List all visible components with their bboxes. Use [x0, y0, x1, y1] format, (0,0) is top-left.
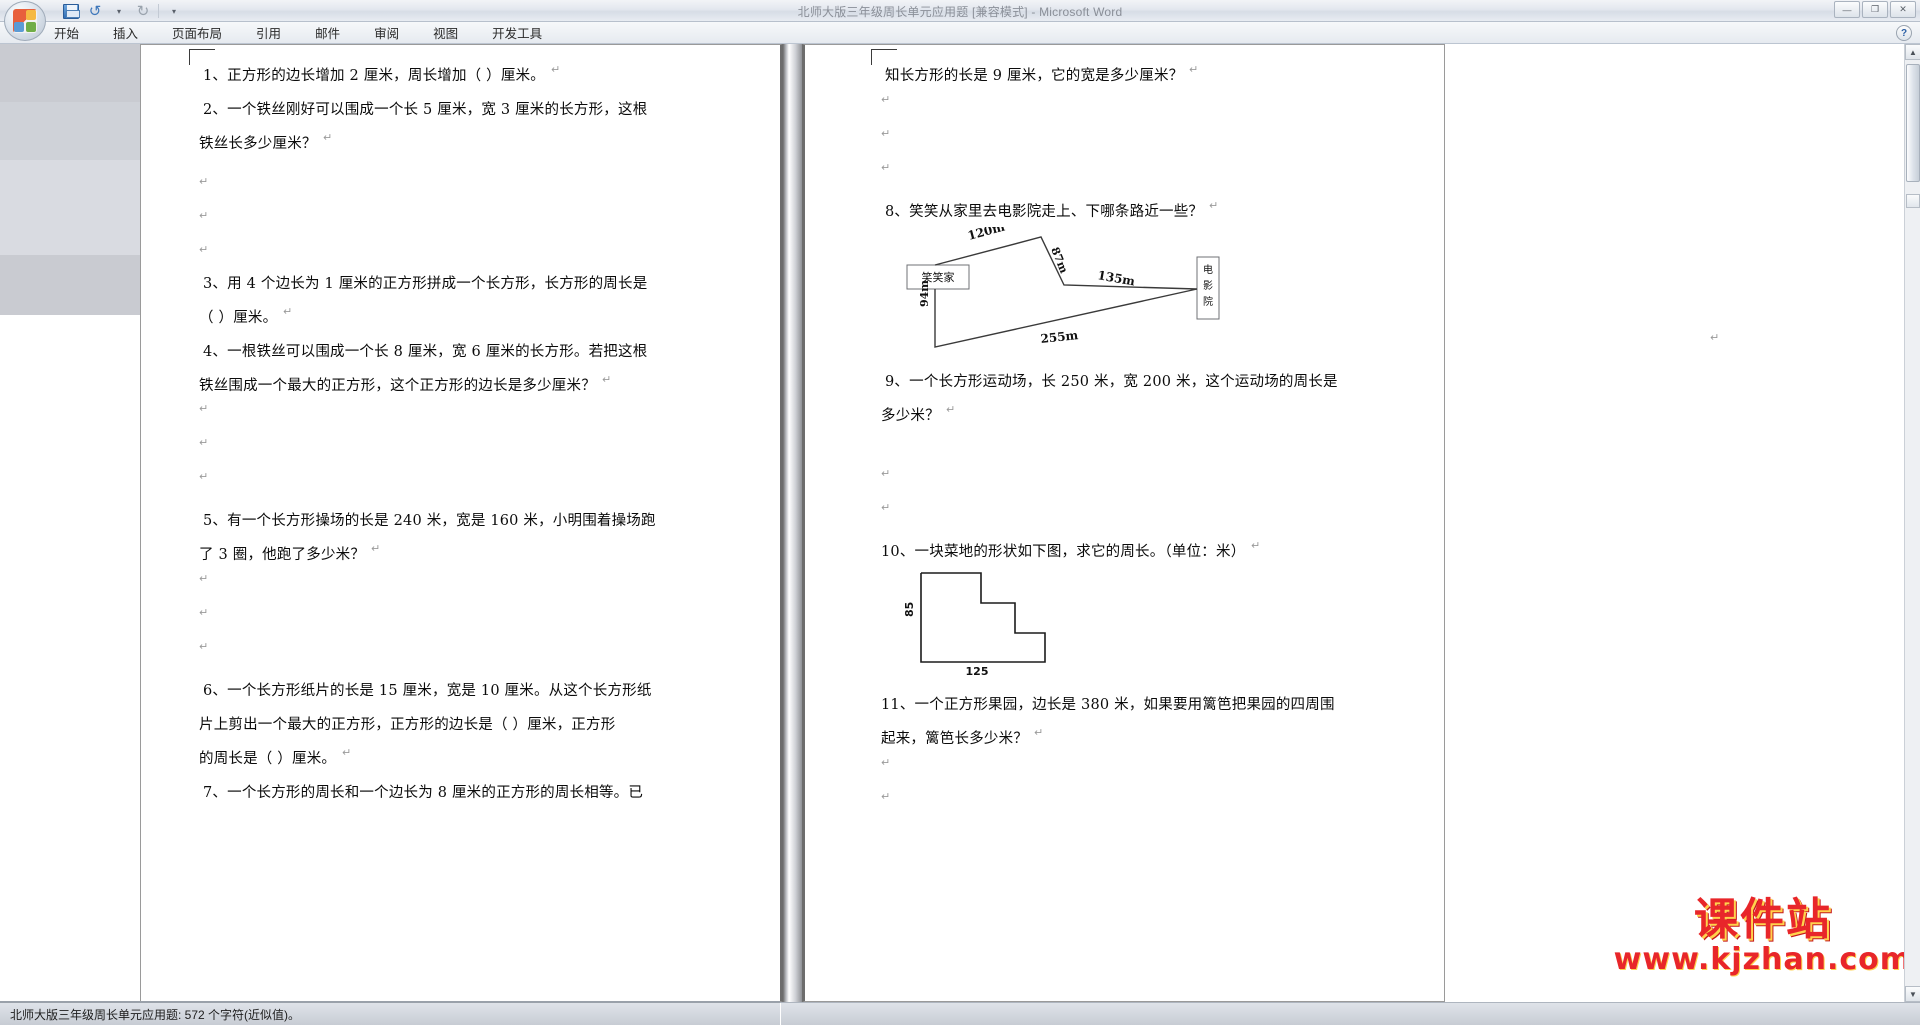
word-count-status: 北师大版三年级周长单元应用题: 572 个字符(近似值)。	[0, 1006, 300, 1023]
document-line: 的周长是（ ）厘米。	[199, 742, 336, 776]
paragraph-mark-icon: ↵	[881, 756, 890, 769]
document-line: 2、一个铁丝刚好可以围成一个长 5 厘米，宽 3 厘米的长方形，这根	[203, 93, 647, 127]
customize-qat-caret-icon[interactable]: ▾	[165, 3, 183, 20]
paragraph-mark-icon: ↵	[881, 93, 890, 106]
paragraph-mark-icon: ↵	[1209, 199, 1218, 212]
svg-text:120m: 120m	[966, 227, 1006, 243]
document-line: 了 3 圈，他跑了多少米？	[199, 538, 365, 572]
paragraph-mark-icon: ↵	[1034, 726, 1043, 739]
paragraph-mark-icon: ↵	[199, 470, 208, 483]
split-window-handle[interactable]	[1906, 194, 1920, 208]
paragraph-mark-icon: ↵	[881, 127, 890, 140]
paragraph-mark-icon: ↵	[199, 243, 208, 256]
minimize-button[interactable]: —	[1834, 1, 1860, 18]
document-line: 6、一个长方形纸片的长是 15 厘米，宽是 10 厘米。从这个长方形纸	[203, 674, 652, 708]
svg-text:85: 85	[905, 602, 916, 617]
paragraph-mark-icon: ↵	[342, 746, 351, 759]
scroll-down-arrow-icon[interactable]: ▼	[1905, 986, 1920, 1002]
step-shape-diagram: 85 125	[905, 565, 1085, 675]
tab-insert[interactable]: 插入	[99, 21, 152, 44]
svg-text:影: 影	[1203, 280, 1213, 292]
page-gap-shadow-right	[789, 44, 802, 1002]
document-line: （ ）厘米。	[199, 301, 277, 335]
document-line: 8、笑笑从家里去电影院走上、下哪条路近一些？	[885, 195, 1203, 229]
ribbon-tab-bar: 开始 插入 页面布局 引用 邮件 审阅 视图 开发工具 ?	[0, 22, 1920, 44]
status-bar: 北师大版三年级周长单元应用题: 572 个字符(近似值)。	[0, 1002, 1920, 1025]
paragraph-mark-icon: ↵	[946, 403, 955, 416]
paragraph-mark-icon: ↵	[1251, 539, 1260, 552]
paragraph-mark-icon: ↵	[1189, 63, 1198, 76]
undo-icon[interactable]: ↺	[86, 3, 104, 20]
document-line: 1、正方形的边长增加 2 厘米，周长增加（ ）厘米。	[203, 59, 545, 93]
undo-dropdown-caret-icon[interactable]: ▾	[110, 3, 128, 20]
redo-icon[interactable]: ↻	[134, 3, 152, 20]
paragraph-mark-icon: ↵	[199, 436, 208, 449]
route-diagram: 笑笑家 电 影 院 120m 87m 135m 94m 255m	[901, 227, 1261, 357]
office-logo-icon	[13, 9, 37, 33]
tab-review[interactable]: 审阅	[360, 21, 413, 44]
paragraph-mark-icon: ↵	[199, 175, 208, 188]
tab-developer[interactable]: 开发工具	[478, 21, 556, 44]
document-line: 10、一块菜地的形状如下图，求它的周长。（单位：米）	[881, 535, 1245, 569]
vertical-scrollbar[interactable]: ▲ ▼	[1904, 44, 1920, 1002]
tab-view[interactable]: 视图	[419, 21, 472, 44]
document-line: 铁丝长多少厘米？	[199, 127, 317, 161]
document-line: 知长方形的长是 9 厘米，它的宽是多少厘米？	[885, 59, 1183, 93]
watermark: 课件站 www.kjzhan.com	[1614, 896, 1912, 976]
paragraph-mark-icon: ↵	[1710, 331, 1719, 344]
close-button[interactable]: ✕	[1890, 1, 1916, 18]
svg-text:电: 电	[1203, 263, 1213, 276]
paragraph-mark-icon: ↵	[551, 63, 560, 76]
tab-home[interactable]: 开始	[40, 21, 93, 44]
paragraph-mark-icon: ↵	[602, 373, 611, 386]
document-line: 3、用 4 个边长为 1 厘米的正方形拼成一个长方形，长方形的周长是	[203, 267, 647, 301]
document-line: 7、一个长方形的周长和一个边长为 8 厘米的正方形的周长相等。已	[203, 776, 643, 810]
document-workspace: 1、正方形的边长增加 2 厘米，周长增加（ ）厘米。 ↵ 2、一个铁丝刚好可以围成一…	[0, 44, 1920, 1002]
svg-text:255m: 255m	[1040, 328, 1079, 346]
document-line: 多少米？	[881, 399, 940, 433]
page-right[interactable]: 知长方形的长是 9 厘米，它的宽是多少厘米？↵8、笑笑从家里去电影院走上、下哪条…	[802, 44, 1445, 1002]
svg-text:94m: 94m	[918, 280, 931, 307]
watermark-title: 课件站	[1614, 896, 1912, 944]
document-line: 5、有一个长方形操场的长是 240 米，宽是 160 米，小明围着操场跑	[203, 504, 656, 538]
help-icon[interactable]: ?	[1896, 25, 1912, 41]
tab-page-layout[interactable]: 页面布局	[158, 21, 236, 44]
paragraph-mark-icon: ↵	[881, 161, 890, 174]
paragraph-mark-icon: ↵	[199, 606, 208, 619]
tab-references[interactable]: 引用	[242, 21, 295, 44]
watermark-url: www.kjzhan.com	[1614, 944, 1912, 976]
paragraph-mark-icon: ↵	[881, 501, 890, 514]
paragraph-mark-icon: ↵	[199, 640, 208, 653]
document-line: 铁丝围成一个最大的正方形，这个正方形的边长是多少厘米？	[199, 369, 596, 403]
document-line: 9、一个长方形运动场，长 250 米，宽 200 米，这个运动场的周长是	[885, 365, 1338, 399]
paragraph-mark-icon: ↵	[881, 790, 890, 803]
left-gutter	[0, 44, 140, 1002]
paragraph-mark-icon: ↵	[199, 572, 208, 585]
paragraph-mark-icon: ↵	[371, 542, 380, 555]
paragraph-mark-icon: ↵	[881, 467, 890, 480]
document-line: 11、一个正方形果园，边长是 380 米，如果要用篱笆把果园的四周围	[881, 688, 1335, 722]
scroll-up-arrow-icon[interactable]: ▲	[1905, 44, 1920, 60]
quick-access-toolbar: ↺ ▾ ↻ ▾	[0, 0, 760, 22]
paragraph-mark-icon: ↵	[283, 305, 292, 318]
svg-text:院: 院	[1203, 295, 1213, 308]
paragraph-mark-icon: ↵	[199, 402, 208, 415]
maximize-button[interactable]: ❐	[1862, 1, 1888, 18]
tab-mailings[interactable]: 邮件	[301, 21, 354, 44]
document-line: 片上剪出一个最大的正方形，正方形的边长是（ ）厘米，正方形	[199, 708, 615, 742]
document-line: 4、一根铁丝可以围成一个长 8 厘米，宽 6 厘米的长方形。若把这根	[203, 335, 647, 369]
window-controls: — ❐ ✕	[1834, 1, 1916, 18]
toolbar-divider	[158, 4, 159, 18]
paragraph-mark-icon: ↵	[323, 131, 332, 144]
paragraph-mark-icon: ↵	[199, 209, 208, 222]
document-line: 起来，篱笆长多少米？	[881, 722, 1028, 756]
office-button[interactable]	[4, 1, 46, 41]
page-left[interactable]: 1、正方形的边长增加 2 厘米，周长增加（ ）厘米。 ↵ 2、一个铁丝刚好可以围成一…	[140, 44, 783, 1002]
svg-text:125: 125	[966, 665, 989, 675]
scrollbar-thumb[interactable]	[1906, 64, 1920, 182]
save-icon[interactable]	[62, 3, 80, 20]
